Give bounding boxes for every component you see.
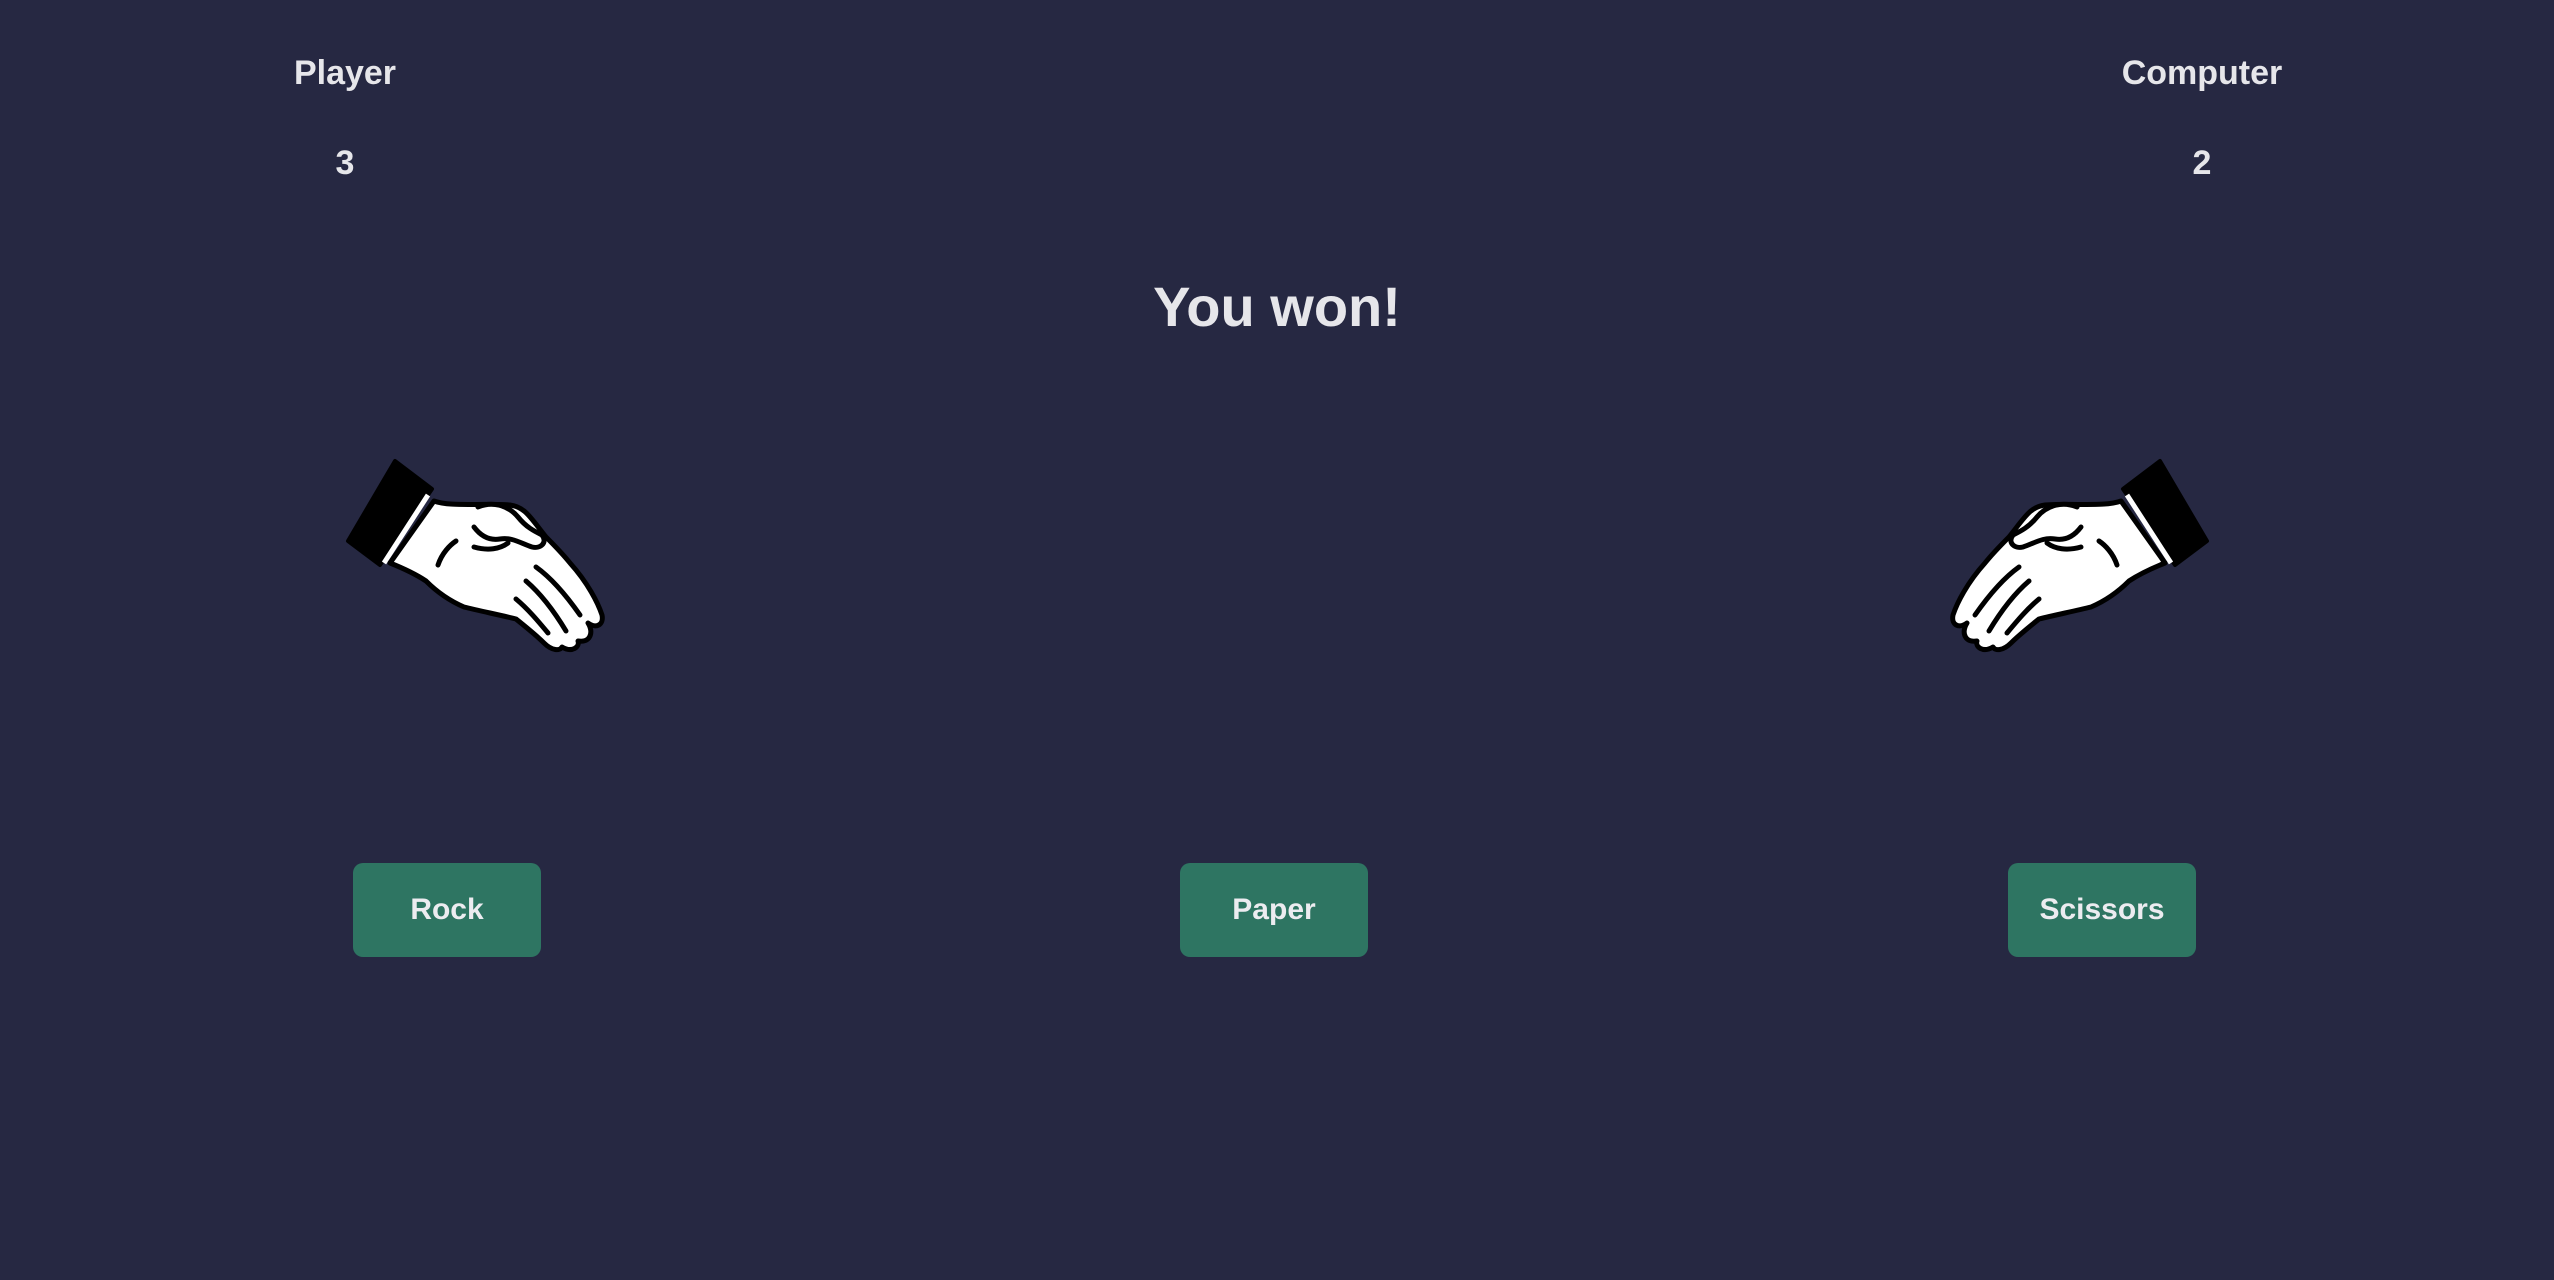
rock-button[interactable]: Rock xyxy=(353,863,541,957)
computer-hand-icon xyxy=(1935,455,2215,655)
computer-score: 2 xyxy=(2192,144,2212,182)
player-hand-icon xyxy=(340,455,620,655)
player-label: Player xyxy=(293,54,397,92)
player-score: 3 xyxy=(335,144,355,182)
computer-label: Computer xyxy=(2121,54,2283,92)
computer-score-panel: Computer 2 xyxy=(2052,50,2352,186)
player-score-panel: Player 3 xyxy=(195,50,495,186)
game-screen: Player 3 Computer 2 You won! Rock Paper … xyxy=(0,0,2554,1280)
result-message: You won! xyxy=(1153,275,1401,338)
scissors-button[interactable]: Scissors xyxy=(2008,863,2196,957)
paper-button[interactable]: Paper xyxy=(1180,863,1368,957)
